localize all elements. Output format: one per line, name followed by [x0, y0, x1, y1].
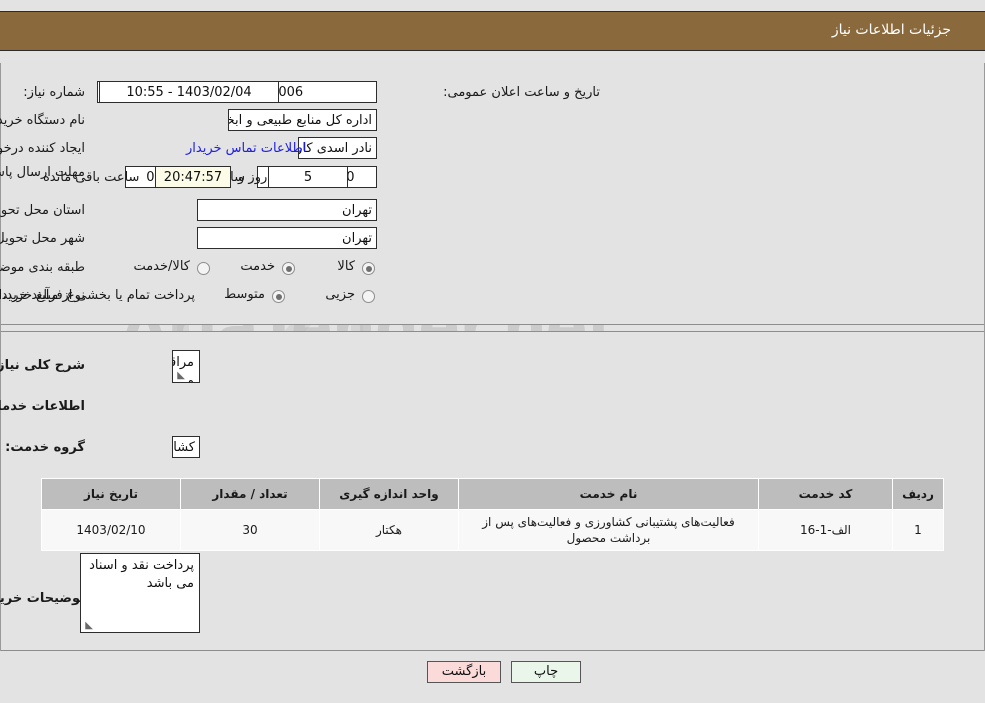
province-label: استان محل تحویل: — [0, 203, 85, 218]
col-need-date: تاریخ نیاز — [41, 478, 181, 510]
city-label: شهر محل تحویل: — [0, 231, 85, 246]
category-label-kala: کالا — [337, 259, 355, 274]
print-button[interactable]: چاپ — [511, 661, 581, 683]
col-service-name: نام خدمت — [458, 478, 759, 510]
province-value: تهران — [197, 199, 377, 221]
service-group-label: گروه خدمت: — [5, 440, 85, 455]
process-radio-motevaset[interactable] — [272, 290, 285, 303]
buyer-org-value: اداره کل منابع طبیعی و ابخیزداری استان ت… — [228, 109, 377, 131]
requester-label: ایجاد کننده درخواست: — [0, 141, 85, 156]
category-radio-kala[interactable] — [362, 262, 375, 275]
remaining-time-label: ساعت باقی مانده — [43, 170, 140, 185]
cell-need-date: 1403/02/10 — [41, 509, 181, 551]
category-label: طبقه بندی موضوعی: — [0, 260, 85, 275]
buyer-notes-textarea[interactable]: پرداخت نقد و اسناد می باشد ◣ — [80, 553, 200, 633]
category-label-khedmat: خدمت — [240, 259, 275, 274]
general-desc-label: شرح کلی نیاز: — [0, 358, 85, 373]
buyer-notes-value: پرداخت نقد و اسناد می باشد — [89, 558, 194, 591]
process-label-motevaset: متوسط — [224, 287, 265, 302]
category-label-kala-khedmat: کالا/خدمت — [133, 259, 190, 274]
requester-value: نادر اسدی کاربرداز اداره کل منابع طبیعی … — [298, 137, 377, 159]
page-title: جزئیات اطلاعات نیاز — [831, 22, 951, 38]
cell-quantity: 30 — [180, 509, 320, 551]
cell-service-code: الف-1-16 — [758, 509, 893, 551]
announce-datetime-label: تاریخ و ساعت اعلان عمومی: — [443, 85, 600, 100]
table-row: 1 الف-1-16 فعالیت‌های پشتیبانی کشاورزی و… — [41, 509, 944, 551]
services-heading: اطلاعات خدمات مورد نیاز — [0, 399, 85, 414]
page-header-bar: جزئیات اطلاعات نیاز — [0, 11, 985, 51]
buyer-notes-label: توضیحات خریدار: — [0, 591, 85, 606]
table-header-row: ردیف کد خدمت نام خدمت واحد اندازه گیری ت… — [41, 478, 944, 510]
city-value: تهران — [197, 227, 377, 249]
category-radio-kala-khedmat[interactable] — [197, 262, 210, 275]
process-radio-jozi[interactable] — [362, 290, 375, 303]
remaining-days-label: روز و — [238, 170, 268, 185]
resize-grip-icon[interactable]: ◣ — [83, 621, 93, 631]
process-label-jozi: جزیی — [325, 287, 355, 302]
buyer-org-label: نام دستگاه خریدار: — [0, 113, 85, 128]
col-row-no: ردیف — [892, 478, 944, 510]
cell-unit: هکتار — [319, 509, 459, 551]
announce-datetime-value: 1403/02/04 - 10:55 — [99, 81, 279, 103]
category-radio-khedmat[interactable] — [282, 262, 295, 275]
general-desc-textarea[interactable]: مراقبت و نگهداری جنگلکاری سنواتی 30 هکتا… — [172, 350, 200, 383]
service-group-value: کشاورزی، جنگلداری و ماهیگیری — [172, 436, 200, 458]
col-unit: واحد اندازه گیری — [319, 478, 459, 510]
cell-row-no: 1 — [892, 509, 944, 551]
payment-note: پرداخت تمام یا بخشی از مبلغ خرید،از محل … — [0, 288, 195, 303]
col-quantity: تعداد / مقدار — [180, 478, 320, 510]
need-number-label: شماره نیاز: — [23, 85, 85, 100]
back-button[interactable]: بازگشت — [427, 661, 501, 683]
buyer-contact-link[interactable]: اطلاعات تماس خریدار — [186, 141, 306, 156]
need-details-page: AriaTender.net جزئیات اطلاعات نیاز شماره… — [0, 0, 985, 703]
resize-grip-icon[interactable]: ◣ — [175, 371, 185, 381]
remaining-days-value: 5 — [268, 166, 348, 188]
cell-service-name: فعالیت‌های پشتیبانی کشاورزی و فعالیت‌های… — [458, 509, 759, 551]
services-table: ردیف کد خدمت نام خدمت واحد اندازه گیری ت… — [41, 478, 944, 551]
remaining-time-value: 20:47:57 — [155, 166, 231, 188]
col-service-code: کد خدمت — [758, 478, 893, 510]
